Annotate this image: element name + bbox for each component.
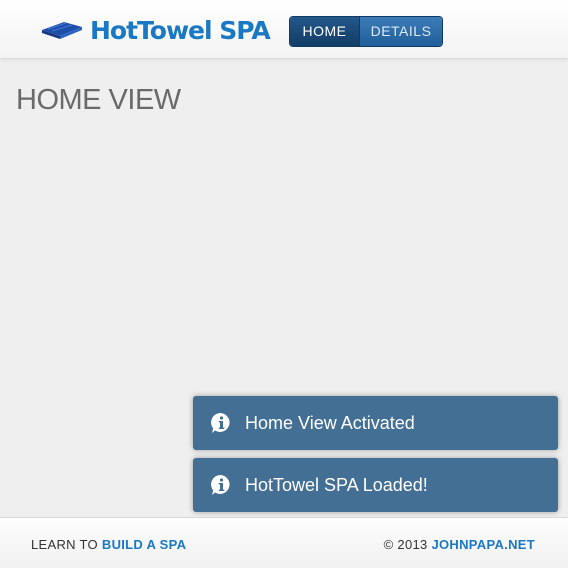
page-title: HOME VIEW — [16, 84, 181, 116]
copyright-text: © 2013 — [383, 537, 428, 552]
toast-notification[interactable]: HotTowel SPA Loaded! — [193, 458, 558, 512]
build-a-spa-link[interactable]: BUILD A SPA — [102, 537, 186, 552]
nav-details-tab[interactable]: DETAILS — [359, 17, 442, 46]
toast-notification[interactable]: Home View Activated — [193, 396, 558, 450]
nav-home-tab[interactable]: HOME — [290, 17, 359, 46]
footer-learn: LEARN TO BUILD A SPA — [31, 537, 186, 552]
info-icon — [211, 474, 230, 495]
brand-link[interactable]: HotTowel SPA — [40, 12, 271, 48]
footer-learn-prefix: LEARN TO — [31, 537, 98, 552]
brand-title: HotTowel SPA — [90, 15, 271, 45]
header-bar: HotTowel SPA HOME DETAILS — [0, 0, 568, 59]
toast-message: HotTowel SPA Loaded! — [245, 474, 428, 495]
footer-copyright: © 2013 JOHNPAPA.NET — [384, 537, 535, 552]
info-icon — [211, 412, 230, 433]
toast-message: Home View Activated — [245, 412, 415, 433]
main-nav: HOME DETAILS — [289, 16, 443, 47]
towel-logo-icon — [42, 22, 82, 39]
app-page: HotTowel SPA HOME DETAILS HOME VIEW Home… — [0, 0, 568, 568]
footer-bar: LEARN TO BUILD A SPA © 2013 JOHNPAPA.NET — [0, 517, 568, 568]
johnpapa-link[interactable]: JOHNPAPA.NET — [431, 537, 535, 552]
